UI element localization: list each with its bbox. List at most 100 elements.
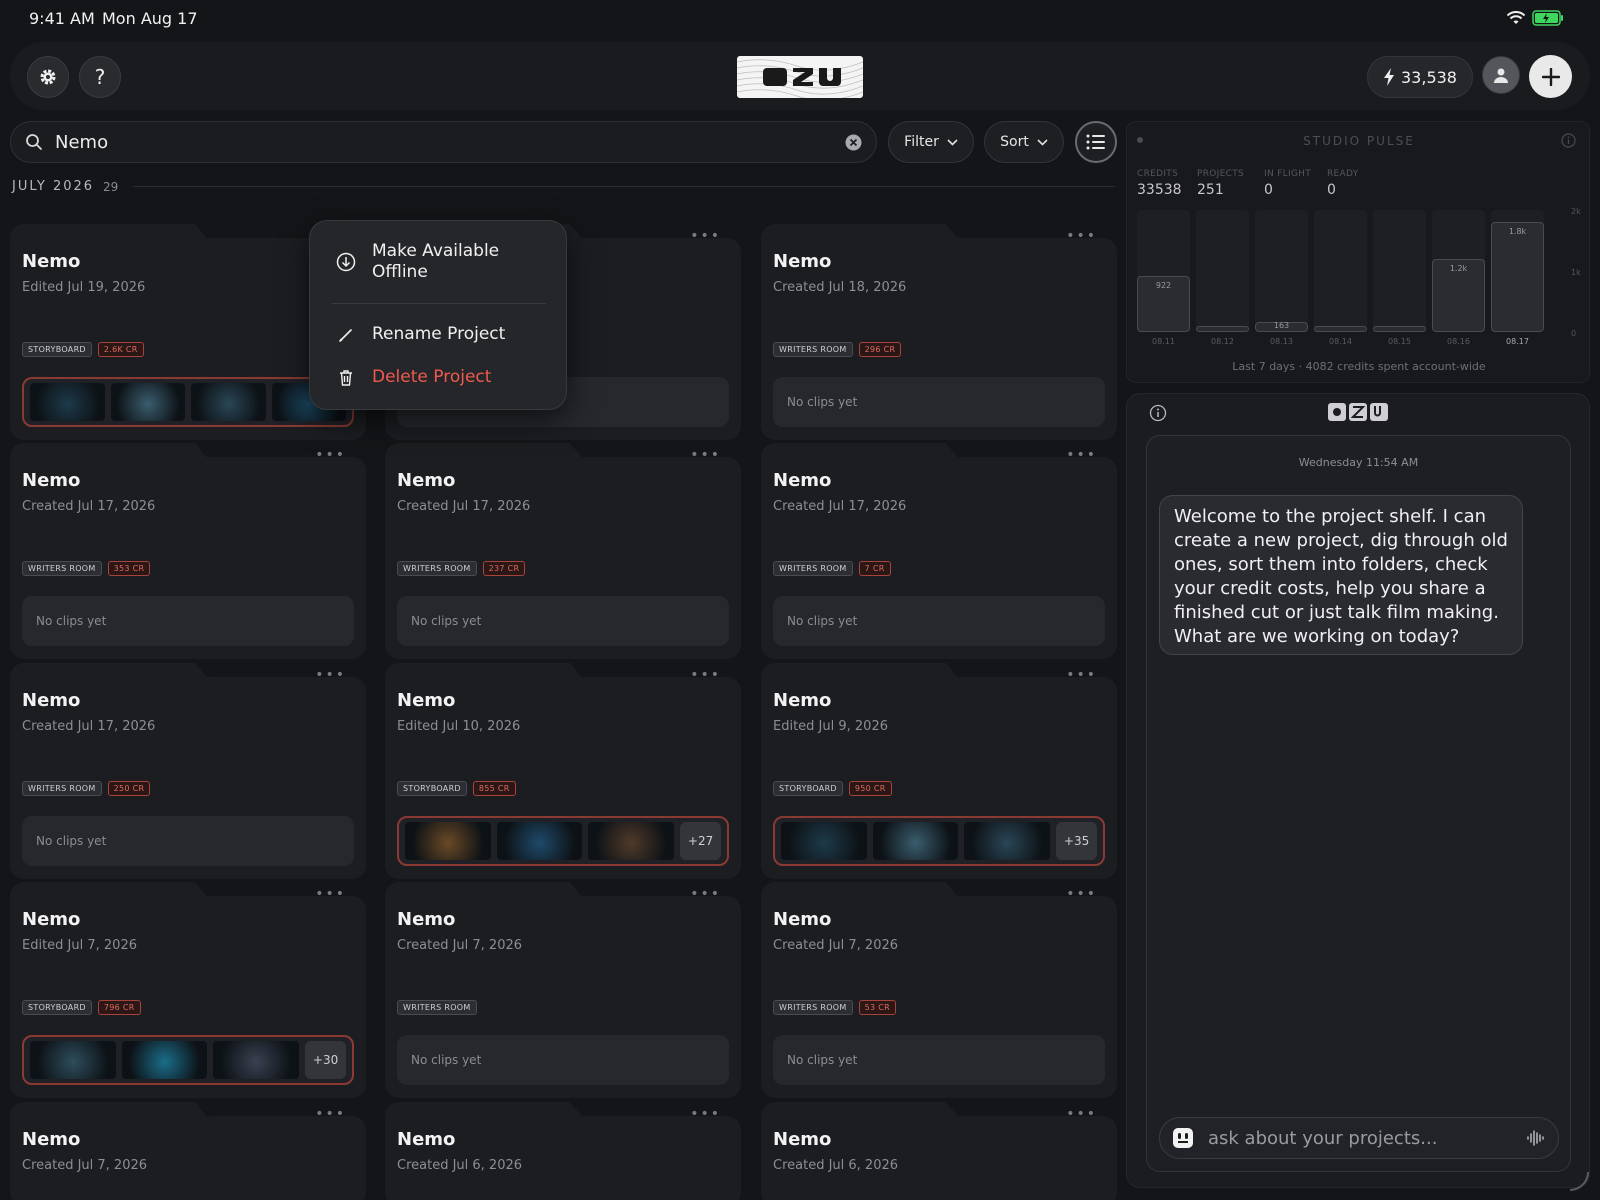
more-options-icon[interactable]: ••• [1066,1106,1097,1122]
chart-bar[interactable] [1196,326,1249,332]
resize-handle-icon[interactable] [1566,1168,1590,1192]
more-options-icon[interactable]: ••• [690,447,721,463]
search-bar[interactable]: Nemo [10,121,877,163]
project-card[interactable]: Nemo Edited Jul 9, 2026 ••• STORYBOARD 950 C… [761,667,1117,879]
clip-thumbnail[interactable] [121,1041,208,1079]
more-clips-count[interactable]: +30 [305,1041,347,1079]
chart-bar[interactable] [1373,326,1426,332]
new-project-button[interactable] [1529,55,1572,98]
chart-bar-track [1255,210,1308,332]
chart-bar[interactable] [1314,326,1367,332]
more-options-icon[interactable]: ••• [690,886,721,902]
studio-pulse-panel: STUDIO PULSE CREDITS 33538 PROJECTS 251 IN F… [1126,121,1590,383]
more-clips-count[interactable]: +35 [1056,822,1098,860]
project-title: Nemo [773,1129,832,1150]
clip-thumbnail[interactable] [872,822,959,860]
more-options-icon[interactable]: ••• [1066,667,1097,683]
project-tags: WRITERS ROOM 7 CR [773,561,891,576]
chart-bar-track [1373,210,1426,332]
more-options-icon[interactable]: ••• [690,228,721,244]
more-options-icon[interactable]: ••• [315,886,346,902]
project-tags: WRITERS ROOM 353 CR [22,561,151,576]
clip-thumbnail[interactable] [405,822,491,860]
project-card[interactable]: Nemo Edited Jul 10, 2026 ••• STORYBOARD 855 … [385,667,741,879]
more-options-icon[interactable]: ••• [1066,228,1097,244]
chevron-down-icon [1037,138,1048,146]
project-title: Nemo [773,909,832,930]
clip-thumbnail[interactable] [30,1041,116,1079]
project-title: Nemo [773,690,832,711]
more-options-icon[interactable]: ••• [690,1106,721,1122]
clip-thumbnail-strip[interactable] [22,377,354,427]
project-card[interactable]: Nemo Edited Jul 7, 2026 ••• STORYBOARD 796 C… [10,886,366,1098]
project-credits-badge: 950 CR [848,781,892,796]
project-card[interactable]: Nemo Created Jul 17, 2026 ••• WRITERS ROOM 2… [10,667,366,879]
chart-bar-value: 1.8k [1508,227,1527,236]
clip-thumbnail[interactable] [213,1041,300,1079]
menu-item-delete[interactable]: Delete Project [310,367,568,388]
project-card[interactable]: Nemo Created Jul 7, 2026 ••• [10,1106,366,1200]
chat-input[interactable]: ask about your projects... [1208,1128,1512,1149]
profile-button[interactable] [1482,56,1520,94]
project-card[interactable]: Nemo Created Jul 6, 2026 ••• [385,1106,741,1200]
menu-offline-line2: Offline [372,262,428,282]
project-tags: STORYBOARD 950 CR [773,781,892,796]
project-type-badge: STORYBOARD [22,342,92,357]
project-card[interactable]: Nemo Created Jul 17, 2026 ••• WRITERS ROOM 2… [385,447,741,659]
chart-bar[interactable] [1491,222,1544,332]
clip-thumbnail[interactable] [30,383,105,421]
project-card[interactable]: Nemo Created Jul 7, 2026 ••• WRITERS ROOM 53… [761,886,1117,1098]
project-credits-badge: 296 CR [858,342,902,357]
clip-thumbnail[interactable] [110,383,185,421]
chat-input-bar[interactable]: ask about your projects... [1159,1117,1559,1159]
project-card[interactable]: Nemo Created Jul 17, 2026 ••• WRITERS ROOM 3… [10,447,366,659]
chart-bar-value: 922 [1155,281,1172,290]
project-date: Created Jul 6, 2026 [773,1158,899,1173]
more-clips-count[interactable]: +27 [680,822,722,860]
list-view-button[interactable] [1075,121,1117,163]
project-card[interactable]: Nemo Created Jul 6, 2026 ••• [761,1106,1117,1200]
clip-thumbnail-strip[interactable]: +27 [397,816,729,866]
clip-thumbnail-strip[interactable]: +35 [773,816,1105,866]
credits-balance[interactable]: 33,538 [1367,56,1473,98]
search-input[interactable]: Nemo [55,132,845,153]
more-options-icon[interactable]: ••• [315,667,346,683]
more-options-icon[interactable]: ••• [315,1106,346,1122]
clip-thumbnail-strip[interactable]: +30 [22,1035,354,1085]
settings-button[interactable] [27,56,69,98]
more-options-icon[interactable]: ••• [1066,886,1097,902]
voice-waveform-icon[interactable] [1526,1128,1546,1148]
menu-offline-line1: Make Available [372,241,500,261]
menu-rename-label: Rename Project [372,324,506,344]
clip-thumbnail[interactable] [964,822,1051,860]
help-button[interactable]: ? [79,56,121,98]
clip-thumbnail[interactable] [496,822,583,860]
status-date: Mon Aug 17 [102,9,198,28]
project-date: Created Jul 6, 2026 [397,1158,523,1173]
project-title: Nemo [397,690,456,711]
stat-value: 33538 [1137,182,1182,198]
menu-item-offline[interactable]: Make Available Offline [310,241,568,283]
empty-clips-placeholder: No clips yet [773,596,1105,646]
clip-thumbnail[interactable] [191,383,266,421]
pencil-icon [339,328,352,342]
project-card[interactable]: Nemo Created Jul 7, 2026 ••• WRITERS ROOM No… [385,886,741,1098]
clear-search-icon[interactable] [845,134,862,151]
more-options-icon[interactable]: ••• [1066,447,1097,463]
info-icon[interactable] [1561,133,1576,148]
filter-button[interactable]: Filter [888,121,974,163]
chart-x-tick: 08.16 [1447,337,1470,346]
sort-button[interactable]: Sort [984,121,1064,163]
project-title: Nemo [22,690,81,711]
project-card[interactable]: Nemo Created Jul 18, 2026 ••• WRITERS ROOM 2… [761,228,1117,440]
more-options-icon[interactable]: ••• [315,447,346,463]
project-title: Nemo [397,1129,456,1150]
assistant-avatar-icon [1173,1128,1193,1148]
clip-thumbnail[interactable] [588,822,675,860]
more-options-icon[interactable]: ••• [690,667,721,683]
menu-item-rename[interactable]: Rename Project [310,324,568,345]
project-tags: WRITERS ROOM 53 CR [773,1000,896,1015]
clip-thumbnail[interactable] [781,822,867,860]
info-icon[interactable] [1149,404,1167,422]
project-card[interactable]: Nemo Created Jul 17, 2026 ••• WRITERS ROOM 7… [761,447,1117,659]
